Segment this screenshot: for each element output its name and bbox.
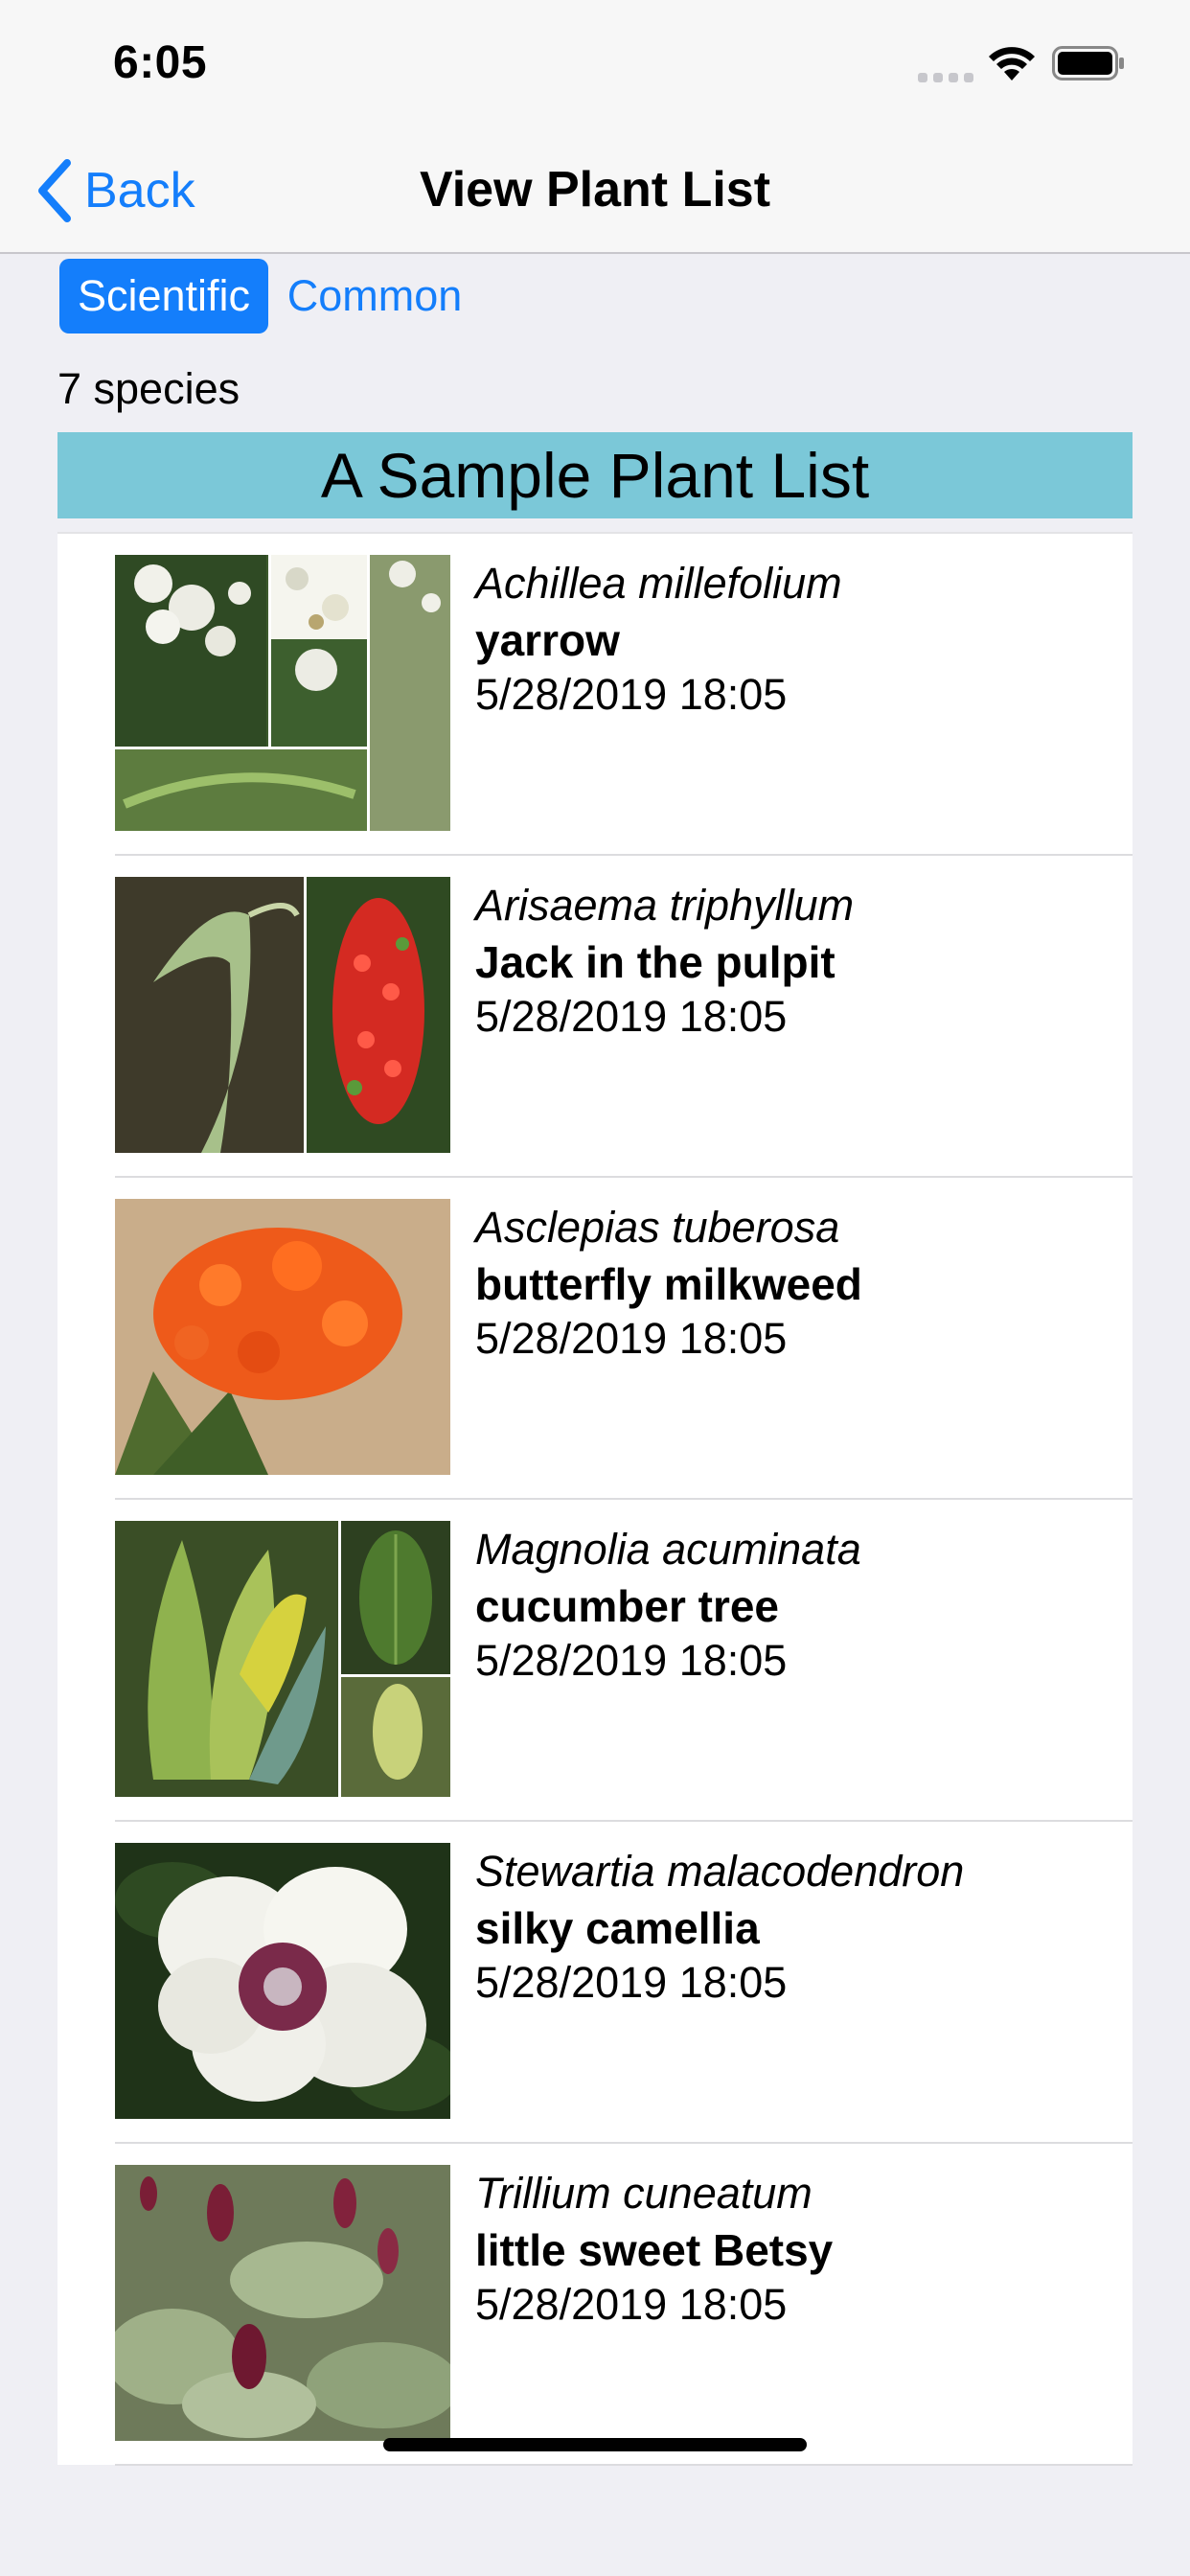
navigation-bar: Back View Plant List xyxy=(0,134,1190,254)
list-title: A Sample Plant List xyxy=(57,432,1133,518)
scientific-name: Trillium cuneatum xyxy=(475,2169,812,2218)
common-name: Jack in the pulpit xyxy=(475,937,835,987)
plant-row[interactable]: Arisaema triphyllum Jack in the pulpit 5… xyxy=(57,856,1133,1178)
plant-row[interactable]: Trillium cuneatum little sweet Betsy 5/2… xyxy=(57,2144,1133,2466)
scientific-name: Achillea millefolium xyxy=(475,559,842,608)
date-added: 5/28/2019 18:05 xyxy=(475,2280,788,2329)
plant-row[interactable]: Achillea millefolium yarrow 5/28/2019 18… xyxy=(57,534,1133,856)
plant-text: Achillea millefolium yarrow 5/28/2019 18… xyxy=(475,559,842,725)
common-name: cucumber tree xyxy=(475,1581,780,1631)
plant-photo xyxy=(115,1521,450,1797)
date-added: 5/28/2019 18:05 xyxy=(475,1958,788,2007)
date-added: 5/28/2019 18:05 xyxy=(475,992,788,1041)
scientific-name: Arisaema triphyllum xyxy=(475,881,855,930)
plant-text: Stewartia malacodendron silky camellia 5… xyxy=(475,1847,964,2013)
plant-photo xyxy=(115,1199,450,1475)
wifi-icon xyxy=(989,47,1035,80)
battery-icon xyxy=(1052,46,1124,80)
date-added: 5/28/2019 18:05 xyxy=(475,1314,788,1363)
common-name: little sweet Betsy xyxy=(475,2225,834,2275)
row-divider xyxy=(115,2464,1133,2466)
plant-row[interactable]: Magnolia acuminata cucumber tree 5/28/20… xyxy=(57,1500,1133,1822)
common-name: silky camellia xyxy=(475,1903,760,1953)
plant-list: Achillea millefolium yarrow 5/28/2019 18… xyxy=(57,532,1133,2466)
plant-text: Arisaema triphyllum Jack in the pulpit 5… xyxy=(475,881,854,1047)
sort-common-button[interactable]: Common xyxy=(274,259,475,334)
scientific-name: Asclepias tuberosa xyxy=(475,1203,840,1252)
scientific-name: Magnolia acuminata xyxy=(475,1525,861,1574)
species-count: 7 species xyxy=(57,364,240,413)
common-name: butterfly milkweed xyxy=(475,1259,862,1309)
date-added: 5/28/2019 18:05 xyxy=(475,670,788,719)
home-indicator[interactable] xyxy=(383,2438,807,2451)
plant-photo xyxy=(115,555,450,831)
plant-row[interactable]: Asclepias tuberosa butterfly milkweed 5/… xyxy=(57,1178,1133,1500)
scientific-name: Stewartia malacodendron xyxy=(475,1847,965,1896)
plant-text: Trillium cuneatum little sweet Betsy 5/2… xyxy=(475,2169,833,2335)
date-added: 5/28/2019 18:05 xyxy=(475,1636,788,1685)
cellular-signal-icon xyxy=(918,73,973,82)
status-time: 6:05 xyxy=(113,37,208,88)
status-bar: 6:05 xyxy=(0,0,1190,134)
plant-text: Magnolia acuminata cucumber tree 5/28/20… xyxy=(475,1525,861,1691)
plant-row[interactable]: Stewartia malacodendron silky camellia 5… xyxy=(57,1822,1133,2144)
common-name: yarrow xyxy=(475,615,620,665)
plant-photo xyxy=(115,1843,450,2119)
page-title: View Plant List xyxy=(419,162,771,218)
plant-photo xyxy=(115,877,450,1153)
plant-text: Asclepias tuberosa butterfly milkweed 5/… xyxy=(475,1203,862,1369)
plant-photo xyxy=(115,2165,450,2441)
sort-scientific-button[interactable]: Scientific xyxy=(59,259,268,334)
